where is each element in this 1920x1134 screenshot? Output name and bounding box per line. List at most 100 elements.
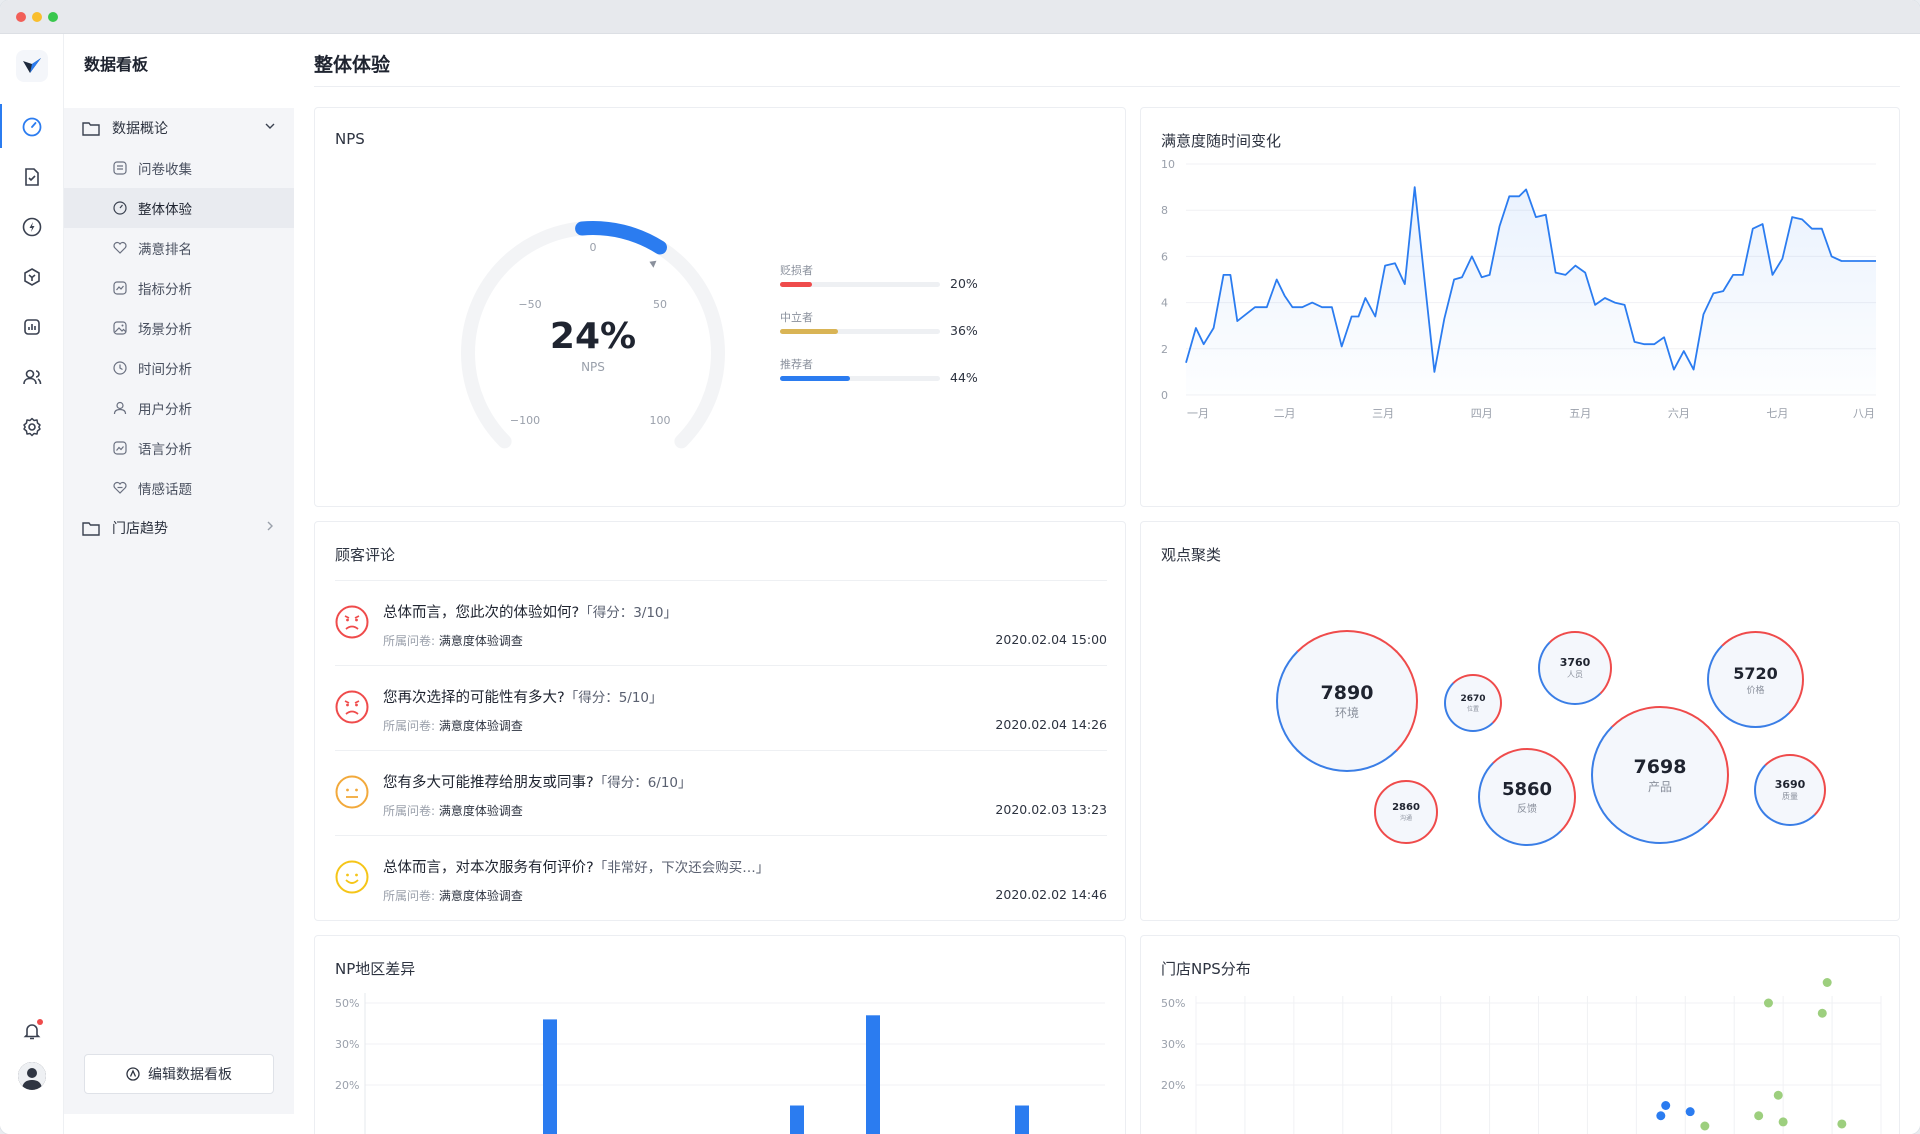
sidebar-group-overview[interactable]: 数据概论 [64, 108, 294, 148]
legend-percent: 36% [950, 323, 978, 338]
y-tick-label: 2 [1161, 343, 1168, 356]
bubble-label: 人员 [1567, 670, 1583, 679]
sidebar-item-label: 语言分析 [138, 442, 192, 458]
bubble-label: 产品 [1647, 779, 1672, 794]
sidebar-item-overall[interactable]: 整体体验 [64, 188, 294, 228]
scatter-point [1822, 978, 1832, 987]
edit-icon [126, 1067, 140, 1081]
icon-rail [0, 34, 64, 1134]
gauge-tick-neg50: −50 [518, 298, 541, 311]
sidebar-item-scene[interactable]: 场景分析 [64, 308, 294, 348]
gauge-tick-100: 100 [650, 414, 671, 427]
comment-score: 「得分：3/10」 [579, 605, 678, 621]
meta-label: 所属问卷: [383, 719, 436, 733]
sidebar-item-emotion[interactable]: 情感话题 [64, 468, 294, 508]
sidebar-item-metrics[interactable]: 指标分析 [64, 268, 294, 308]
survey-icon [112, 159, 130, 177]
main-content: 整体体验 NPS 0 −50 50 −100 100 24% NPS 贬损者 2… [294, 34, 1920, 1134]
folder-icon [82, 518, 102, 538]
bubble-value: 5860 [1501, 779, 1553, 800]
cluster-bubble[interactable]: 7890 环境 [1276, 630, 1418, 772]
document-icon[interactable] [20, 165, 44, 189]
comment-row[interactable]: 您再次选择的可能性有多大?「得分：5/10」 所属问卷: 满意度体验调查 2020.… [335, 665, 1107, 749]
chart-icon [112, 279, 130, 297]
gauge-icon [112, 199, 130, 217]
x-tick-label: 四月 [1471, 407, 1493, 420]
folder-icon [82, 118, 102, 138]
comment-time: 2020.02.04 15:00 [995, 632, 1107, 647]
meta-label: 所属问卷: [383, 634, 436, 648]
sidebar-item-label: 场景分析 [138, 322, 192, 338]
settings-icon[interactable] [20, 415, 44, 439]
cluster-bubble[interactable]: 2860 沟通 [1374, 780, 1438, 844]
bubble-value: 3760 [1559, 656, 1591, 669]
maximize-window-button[interactable] [48, 12, 58, 22]
y-tick-label: 50% [335, 997, 359, 1010]
sidebar-item-label: 整体体验 [138, 202, 192, 218]
comment-row[interactable]: 您有多大可能推荐给朋友或同事?「得分：6/10」 所属问卷: 满意度体验调查 202… [335, 750, 1107, 834]
comment-meta: 所属问卷: 满意度体验调查 [383, 887, 523, 904]
x-tick-label: 三月 [1372, 407, 1394, 420]
bubble-label: 价格 [1746, 685, 1765, 696]
y-tick-label: 50% [1161, 997, 1185, 1010]
question-text: 您再次选择的可能性有多大? [383, 690, 565, 706]
scatter-point [1661, 1101, 1671, 1110]
x-tick-label: 八月 [1853, 407, 1875, 420]
users-icon[interactable] [20, 365, 44, 389]
user-icon [112, 399, 130, 417]
sidebar-group-label: 门店趋势 [112, 521, 168, 537]
question-text: 总体而言，对本次服务有何评价? [383, 860, 594, 876]
lightning-icon[interactable] [20, 215, 44, 239]
sidebar-item-language[interactable]: 语言分析 [64, 428, 294, 468]
cube-icon[interactable] [20, 265, 44, 289]
bubble-label: 环境 [1334, 705, 1359, 720]
comments-title: 顾客评论 [335, 546, 396, 564]
gauge-tick-50: 50 [653, 298, 667, 311]
sidebar-item-time[interactable]: 时间分析 [64, 348, 294, 388]
comment-row[interactable]: 总体而言，对本次服务有何评价?「非常好，下次还会购买…」所属问卷: 满意度体验调… [335, 835, 1107, 919]
edit-dashboard-button[interactable]: 编辑数据看板 [84, 1054, 274, 1094]
nps-gauge: 0 −50 50 −100 100 24% NPS [461, 221, 725, 449]
bubble-value: 7890 [1320, 681, 1374, 704]
legend-name: 中立者 [780, 311, 813, 324]
scatter-point [1700, 1121, 1710, 1131]
gauge-tick-0: 0 [590, 241, 597, 254]
scatter-point [1754, 1111, 1764, 1121]
sidebar-item-user[interactable]: 用户分析 [64, 388, 294, 428]
cluster-bubble[interactable]: 5860 反馈 [1478, 748, 1576, 846]
close-window-button[interactable] [16, 12, 26, 22]
region-chart-card: NP地区差异 50% 30% 20% [314, 935, 1126, 1134]
app-logo[interactable] [16, 50, 48, 82]
comment-question: 总体而言，对本次服务有何评价?「非常好，下次还会购买…」 [383, 856, 769, 877]
x-tick-label: 一月 [1187, 407, 1209, 420]
x-tick-label: 六月 [1668, 407, 1690, 420]
question-text: 您有多大可能推荐给朋友或同事? [383, 775, 594, 791]
emotion-icon [112, 479, 130, 497]
comment-row[interactable]: 总体而言，您此次的体验如何?「得分：3/10」 所属问卷: 满意度体验调查 2020… [335, 580, 1107, 664]
legend-name: 贬损者 [780, 264, 813, 277]
meta-label: 所属问卷: [383, 804, 436, 818]
sidebar-item-survey[interactable]: 问卷收集 [64, 148, 294, 188]
cluster-bubble[interactable]: 2670 位置 [1444, 674, 1502, 732]
cluster-bubble[interactable]: 3690 质量 [1754, 754, 1826, 826]
bar [866, 1015, 880, 1134]
y-tick-label: 30% [335, 1038, 359, 1051]
store-nps-card: 门店NPS分布 50% 30% 20% [1140, 935, 1900, 1134]
y-tick-label: 8 [1161, 204, 1168, 217]
minimize-window-button[interactable] [32, 12, 42, 22]
bubble-value: 7698 [1633, 755, 1687, 778]
user-avatar[interactable] [18, 1062, 46, 1090]
sidebar-item-ranking[interactable]: 满意排名 [64, 228, 294, 268]
cluster-bubble[interactable]: 3760 人员 [1538, 631, 1612, 705]
cluster-bubble[interactable]: 5720 价格 [1707, 631, 1804, 728]
legend-passive: 中立者 36% [780, 309, 978, 338]
report-icon[interactable] [20, 315, 44, 339]
rail-active-indicator [0, 104, 2, 148]
cluster-bubble[interactable]: 7698 产品 [1591, 706, 1729, 844]
dashboard-icon[interactable] [20, 115, 44, 139]
bubble-label: 质量 [1782, 792, 1798, 801]
edit-dashboard-label: 编辑数据看板 [148, 1067, 232, 1083]
sidebar-group-store-trend[interactable]: 门店趋势 [64, 508, 294, 548]
comment-time: 2020.02.03 13:23 [995, 802, 1107, 817]
bubble-label: 反馈 [1517, 804, 1537, 815]
